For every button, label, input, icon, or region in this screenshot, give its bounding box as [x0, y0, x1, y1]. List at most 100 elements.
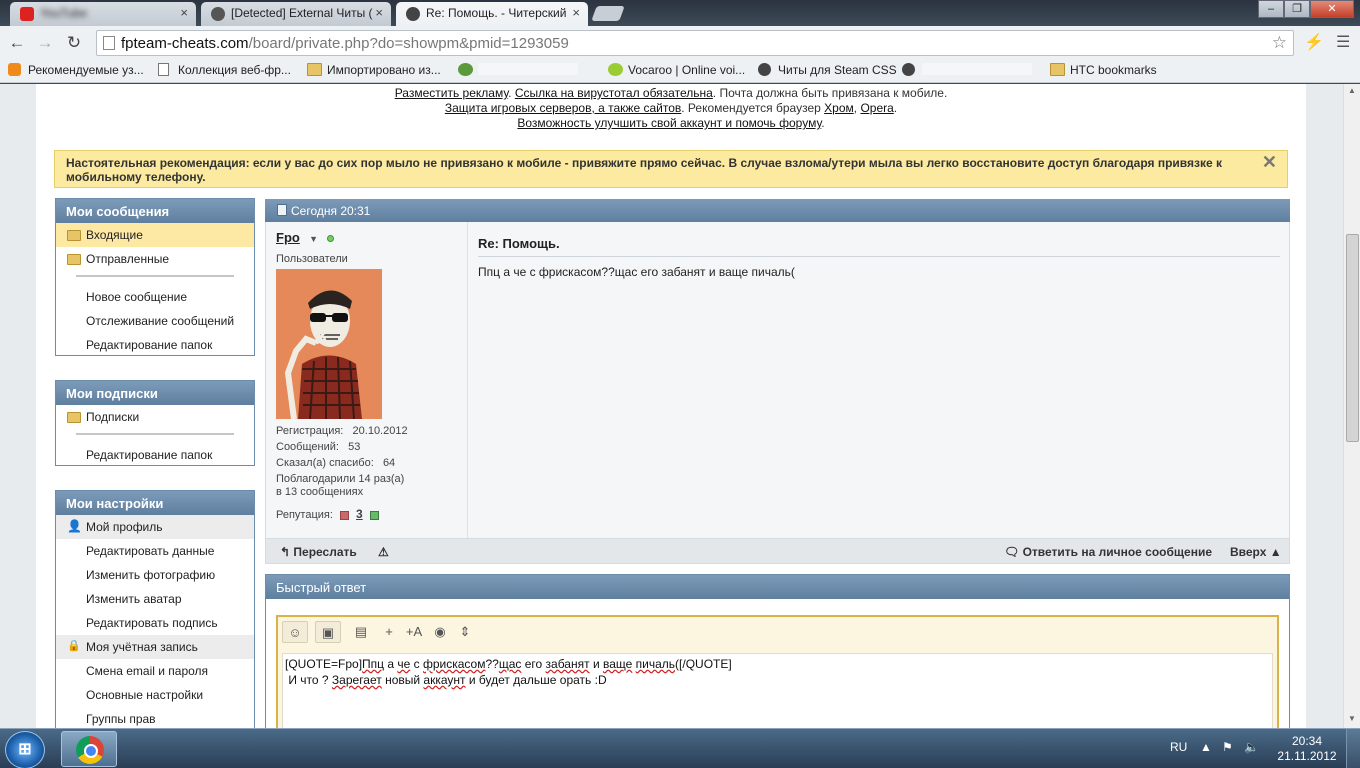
protection-link[interactable]: Защита игровых серверов, а также сайтов	[445, 101, 681, 115]
minimize-button[interactable]: –	[1258, 0, 1284, 18]
forum-content: Разместить рекламу. Ссылка на вирустотал…	[36, 84, 1306, 728]
sidebar-item-sent[interactable]: Отправленные	[56, 247, 254, 271]
ads-link[interactable]: Разместить рекламу	[395, 86, 508, 100]
sidebar-item-edit-folders[interactable]: Редактирование папок	[56, 333, 254, 357]
sidebar-item-profile[interactable]: 👤 Мой профиль	[56, 515, 254, 539]
divider	[56, 271, 254, 285]
extension-icon[interactable]: ⚡	[1304, 32, 1324, 52]
reload-button[interactable]: ↻	[63, 32, 85, 54]
rep-plus-icon[interactable]	[369, 510, 379, 520]
rep-minus-icon[interactable]	[339, 510, 349, 520]
action-center-icon[interactable]: ⚑	[1222, 740, 1233, 754]
sidebar-item-tracking[interactable]: Отслеживание сообщений	[56, 309, 254, 333]
tab-close-icon[interactable]: ×	[375, 5, 383, 20]
skull-icon	[902, 63, 915, 76]
bookmark-star-icon[interactable]: ☆	[1272, 33, 1287, 53]
tray-expand-icon[interactable]: ▲	[1200, 740, 1212, 754]
page-scrollbar[interactable]: ▲ ▼	[1343, 84, 1360, 728]
sidebar-messages: Мои сообщения Входящие Отправленные Ново…	[55, 198, 255, 356]
sidebar-item-change-email[interactable]: Смена email и пароля	[56, 659, 254, 683]
close-icon[interactable]: ✕	[1262, 153, 1277, 171]
bookmark-blurred[interactable]	[458, 63, 588, 78]
volume-icon[interactable]: 🔈	[1244, 740, 1259, 754]
sidebar-settings: Мои настройки 👤 Мой профиль Редактироват…	[55, 490, 255, 728]
sidebar-item-account[interactable]: 🔒 Моя учётная запись	[56, 635, 254, 659]
image-icon[interactable]: ▣	[315, 621, 341, 643]
editor-toolbar: ☺ ▣ ▤ + +A ◉ ⇕	[282, 621, 481, 645]
skull-icon	[211, 7, 225, 21]
sidebar-item-new-message[interactable]: Новое сообщение	[56, 285, 254, 309]
sidebar-item-edit-data[interactable]: Редактировать данные	[56, 539, 254, 563]
folder-icon	[67, 254, 81, 265]
top-button[interactable]: Вверх ▲	[1230, 545, 1282, 559]
sidebar-item-edit-signature[interactable]: Редактировать подпись	[56, 611, 254, 635]
page-icon	[103, 36, 115, 50]
sidebar-item-subscriptions[interactable]: Подписки	[56, 405, 254, 429]
sidebar-item-change-avatar[interactable]: Изменить аватар	[56, 587, 254, 611]
opera-link[interactable]: Opera	[860, 101, 893, 115]
sidebar-item-groups[interactable]: Группы прав	[56, 707, 254, 728]
thanked-count: Поблагодарили 14 раз(а) в 13 сообщениях	[276, 473, 405, 498]
address-bar[interactable]: fpteam-cheats.com/board/private.php?do=s…	[96, 30, 1294, 56]
virustotal-link[interactable]: Ссылка на вирустотал обязательна	[515, 86, 713, 100]
forward-button[interactable]: →	[34, 32, 56, 54]
menu-icon[interactable]: ☰	[1336, 32, 1350, 52]
user-role: Пользователи	[276, 253, 348, 265]
message-header: Сегодня 20:31	[265, 199, 1290, 222]
sidebar-item-inbox[interactable]: Входящие	[56, 223, 254, 247]
upgrade-account-link[interactable]: Возможность улучшить свой аккаунт и помо…	[517, 116, 821, 130]
avatar[interactable]	[276, 269, 382, 419]
scrollbar-thumb[interactable]	[1346, 234, 1359, 442]
chrome-icon	[76, 736, 104, 764]
bookmark-collection[interactable]: Коллекция веб-фр...	[158, 63, 291, 77]
folder-icon	[307, 63, 322, 76]
username-link[interactable]: Fpo	[276, 230, 300, 245]
bookmark-vocaroo[interactable]: Vocaroo | Online voi...	[608, 63, 745, 77]
tab-active[interactable]: Re: Помощь. - Читерский ×	[396, 2, 588, 26]
user-info: Fpo ▼ Пользователи Регистрация: 20.10.20…	[266, 222, 468, 538]
resize-icon[interactable]: ⇕	[456, 621, 474, 643]
preview-icon[interactable]: ◉	[431, 621, 449, 643]
bookmarks-bar: Рекомендуемые уз... Коллекция веб-фр... …	[0, 59, 1360, 83]
scroll-down-icon[interactable]: ▼	[1348, 714, 1356, 723]
bookmark-imported[interactable]: Импортировано из...	[307, 63, 441, 77]
calendar-icon[interactable]: ▤	[348, 621, 374, 643]
font-size-icon[interactable]: +A	[404, 621, 424, 643]
sidebar-subscriptions-title: Мои подписки	[56, 381, 254, 405]
lightbulb-icon	[8, 63, 21, 76]
bookmark-blurred-2[interactable]	[902, 63, 1040, 78]
back-button[interactable]: ←	[6, 32, 28, 54]
window-controls: – ❐ ✕	[1258, 0, 1354, 18]
tab-close-icon[interactable]: ×	[572, 5, 580, 20]
top-notice: Разместить рекламу. Ссылка на вирустотал…	[394, 86, 948, 130]
sidebar-item-edit-folders[interactable]: Редактирование папок	[56, 443, 254, 467]
sidebar-item-change-photo[interactable]: Изменить фотографию	[56, 563, 254, 587]
chevron-down-icon[interactable]: ▼	[309, 234, 318, 244]
close-window-button[interactable]: ✕	[1310, 0, 1354, 18]
reply-button[interactable]: 🗨 Ответить на личное сообщение	[1004, 545, 1212, 559]
scroll-up-icon[interactable]: ▲	[1348, 86, 1356, 95]
taskbar-chrome[interactable]	[61, 731, 117, 767]
sidebar-subscriptions: Мои подписки Подписки Редактирование пап…	[55, 380, 255, 466]
plus-icon[interactable]: +	[381, 621, 397, 643]
tab-youtube[interactable]: YouTube ×	[10, 2, 196, 26]
message-body: Fpo ▼ Пользователи Регистрация: 20.10.20…	[265, 222, 1290, 538]
reply-textarea[interactable]: [QUOTE=Fpo]Ппц а че с фрискасом??щас его…	[282, 653, 1273, 728]
bookmark-htc[interactable]: HTC bookmarks	[1050, 63, 1157, 77]
tab-close-icon[interactable]: ×	[180, 5, 188, 20]
start-button[interactable]: ⊞	[5, 731, 45, 768]
forward-button[interactable]: ↰ Переслать	[280, 545, 357, 559]
sidebar-item-basic-settings[interactable]: Основные настройки	[56, 683, 254, 707]
system-clock[interactable]: 20:34 21.11.2012	[1276, 734, 1338, 764]
bookmark-recommended[interactable]: Рекомендуемые уз...	[8, 63, 144, 77]
report-icon[interactable]: ⚠	[378, 545, 389, 559]
new-tab-button[interactable]	[591, 6, 625, 21]
thanks-count: Сказал(а) спасибо: 64	[276, 457, 396, 469]
language-indicator[interactable]: RU	[1170, 740, 1187, 754]
tab-detected[interactable]: [Detected] External Читы ( ×	[201, 2, 391, 26]
show-desktop-button[interactable]	[1346, 729, 1360, 768]
smiley-icon[interactable]: ☺	[282, 621, 308, 643]
bookmark-steam-cheats[interactable]: Читы для Steam CSS	[758, 63, 897, 77]
chrome-link[interactable]: Хром	[824, 101, 854, 115]
maximize-button[interactable]: ❐	[1284, 0, 1310, 18]
